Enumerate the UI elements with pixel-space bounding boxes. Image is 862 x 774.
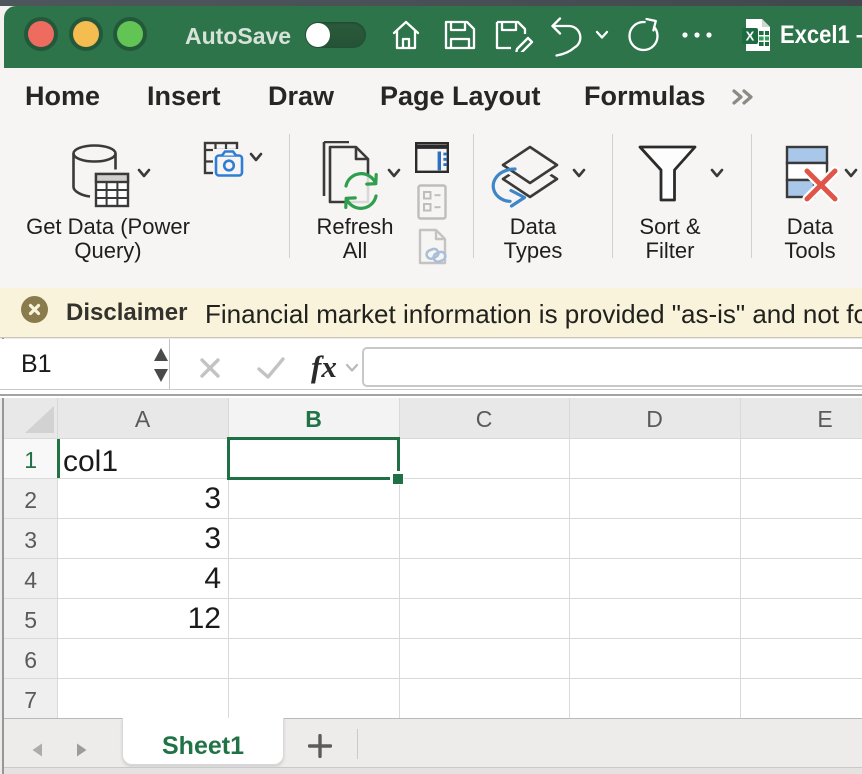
svg-text:X: X — [746, 29, 755, 44]
